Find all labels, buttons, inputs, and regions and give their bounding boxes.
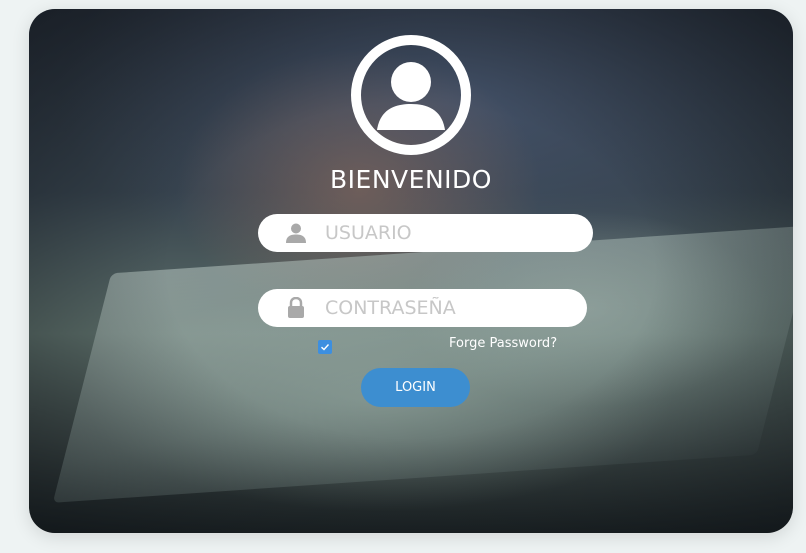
username-field[interactable] (258, 214, 593, 252)
remember-checkbox[interactable] (318, 340, 332, 354)
login-card: BIENVENIDO Forge Password? LOGIN (29, 9, 793, 533)
username-input[interactable] (323, 221, 577, 245)
user-icon (283, 220, 309, 246)
lock-icon (283, 295, 309, 321)
check-icon (321, 344, 330, 351)
login-button[interactable]: LOGIN (361, 368, 470, 407)
password-input[interactable] (323, 296, 577, 320)
forgot-password-link[interactable]: Forge Password? (449, 336, 557, 351)
welcome-title: BIENVENIDO (330, 165, 492, 194)
password-field[interactable] (258, 289, 587, 327)
user-avatar-icon (350, 34, 472, 156)
